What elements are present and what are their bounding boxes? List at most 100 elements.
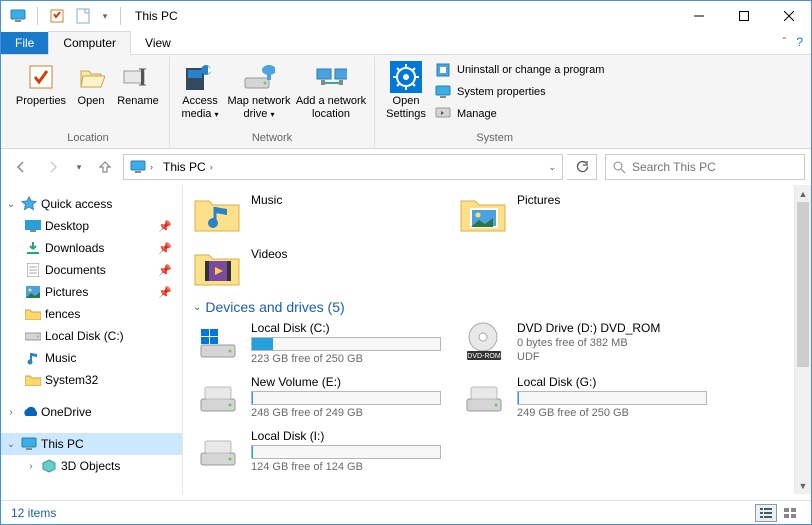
folder-icon [25, 306, 41, 322]
drive-name: Local Disk (G:) [517, 375, 709, 389]
tree-onedrive[interactable]: ›OneDrive [1, 401, 182, 423]
navigation-tree: ⌄Quick access Desktop📌 Downloads📌 Docume… [1, 185, 183, 494]
properties-button[interactable]: Properties [13, 57, 69, 130]
search-box[interactable] [605, 154, 805, 180]
large-icons-view-button[interactable] [779, 504, 801, 522]
up-button[interactable] [91, 153, 119, 181]
pin-icon: 📌 [158, 264, 172, 277]
folder-music[interactable]: Music [193, 191, 443, 235]
music-icon [25, 350, 41, 366]
folder-icon [25, 372, 41, 388]
properties-qat-icon[interactable] [46, 5, 68, 27]
address-bar[interactable]: › This PC › ⌄ [123, 154, 563, 180]
close-button[interactable] [766, 1, 811, 31]
scroll-down-button[interactable]: ▼ [795, 477, 811, 494]
tree-documents[interactable]: Documents📌 [1, 259, 182, 281]
this-pc-icon [7, 5, 29, 27]
videos-folder-icon [193, 245, 241, 289]
open-button[interactable]: Open [69, 57, 113, 130]
documents-icon [25, 262, 41, 278]
this-pc-icon [130, 160, 146, 174]
qat-dropdown-icon[interactable]: ▾ [98, 5, 112, 27]
tree-downloads[interactable]: Downloads📌 [1, 237, 182, 259]
folder-pictures[interactable]: Pictures [459, 191, 709, 235]
tab-file[interactable]: File [1, 32, 48, 54]
tree-desktop[interactable]: Desktop📌 [1, 215, 182, 237]
open-icon [75, 61, 107, 93]
content-pane: Music Pictures Videos ⌄ Devices and driv… [183, 185, 794, 494]
chevron-down-icon: ⌄ [193, 302, 201, 313]
manage-button[interactable]: Manage [431, 103, 608, 125]
uninstall-button[interactable]: Uninstall or change a program [431, 59, 608, 81]
drive-free-text: 248 GB free of 249 GB [251, 407, 443, 419]
status-item-count: 12 items [11, 506, 56, 520]
details-view-button[interactable] [755, 504, 777, 522]
tree-this-pc[interactable]: ⌄This PC [1, 433, 182, 455]
vertical-scrollbar[interactable]: ▲ ▼ [794, 185, 811, 494]
drive-free-text: 124 GB free of 124 GB [251, 461, 443, 473]
ribbon-collapse-icon[interactable]: ˆ [782, 35, 786, 49]
quick-access-toolbar: ▾ [1, 5, 131, 27]
drive-item[interactable]: Local Disk (G:) 249 GB free of 250 GB [459, 375, 709, 419]
pin-icon: 📌 [158, 220, 172, 233]
drive-usage-bar [517, 391, 707, 405]
tree-fences[interactable]: fences [1, 303, 182, 325]
drive-name: Local Disk (I:) [251, 429, 443, 443]
map-drive-button[interactable]: Map network drive ▾ [224, 57, 294, 130]
drive-usage-bar [251, 337, 441, 351]
refresh-button[interactable] [567, 154, 597, 180]
drive-free-text: 249 GB free of 250 GB [517, 407, 709, 419]
maximize-button[interactable] [721, 1, 766, 31]
rename-button[interactable]: Rename [113, 57, 163, 130]
tree-local-c[interactable]: Local Disk (C:) [1, 325, 182, 347]
section-devices-header[interactable]: ⌄ Devices and drives (5) [193, 299, 784, 315]
ribbon: Properties Open Rename Location Access m… [1, 55, 811, 149]
drive-item[interactable]: Local Disk (C:)223 GB free of 250 GB [193, 321, 443, 365]
tree-system32[interactable]: System32 [1, 369, 182, 391]
chevron-down-icon: ▾ [270, 110, 274, 119]
system-properties-button[interactable]: System properties [431, 81, 608, 103]
tree-3d-objects[interactable]: ›3D Objects [1, 455, 182, 477]
this-pc-icon [21, 436, 37, 452]
tree-music[interactable]: Music [1, 347, 182, 369]
drive-item[interactable]: DVD-ROMDVD Drive (D:) DVD_ROM0 bytes fre… [459, 321, 709, 365]
add-location-button[interactable]: Add a network location [294, 57, 368, 130]
star-icon [21, 196, 37, 212]
drive-icon [25, 328, 41, 344]
drive-icon [193, 429, 241, 469]
open-settings-button[interactable]: Open Settings [381, 57, 431, 130]
explorer-body: ⌄Quick access Desktop📌 Downloads📌 Docume… [1, 185, 811, 494]
drive-usage-bar [251, 391, 441, 405]
tab-view[interactable]: View [131, 32, 185, 54]
new-qat-icon[interactable] [72, 5, 94, 27]
search-input[interactable] [632, 160, 798, 174]
drive-item[interactable]: New Volume (E:)248 GB free of 249 GB [193, 375, 443, 419]
tab-computer[interactable]: Computer [48, 31, 131, 55]
drive-icon: DVD-ROM [459, 321, 507, 361]
tree-pictures[interactable]: Pictures📌 [1, 281, 182, 303]
ribbon-tabs: File Computer View ˆ ? [1, 31, 811, 55]
access-media-button[interactable]: Access media ▾ [176, 57, 224, 130]
scroll-up-button[interactable]: ▲ [795, 185, 811, 202]
titlebar: ▾ This PC [1, 1, 811, 31]
folder-videos[interactable]: Videos [193, 245, 443, 289]
forward-button[interactable] [39, 153, 67, 181]
help-icon[interactable]: ? [796, 35, 803, 49]
breadcrumb-root[interactable]: › [126, 155, 157, 179]
scroll-thumb[interactable] [797, 202, 809, 367]
minimize-button[interactable] [676, 1, 721, 31]
recent-dropdown[interactable]: ▾ [71, 153, 87, 181]
address-dropdown-icon[interactable]: ⌄ [548, 162, 556, 173]
drive-usage-bar [251, 445, 441, 459]
back-button[interactable] [7, 153, 35, 181]
ribbon-group-location: Properties Open Rename Location [7, 57, 170, 148]
status-bar: 12 items [1, 500, 811, 524]
drive-name: DVD Drive (D:) DVD_ROM [517, 321, 709, 335]
ribbon-group-network: Access media ▾ Map network drive ▾ Add a… [170, 57, 375, 148]
breadcrumb-thispc[interactable]: This PC › [159, 155, 217, 179]
drive-item[interactable]: Local Disk (I:) 124 GB free of 124 GB [193, 429, 443, 473]
manage-icon [435, 106, 451, 122]
add-location-icon [315, 61, 347, 93]
tree-quick-access[interactable]: ⌄Quick access [1, 193, 182, 215]
drive-name: Local Disk (C:) [251, 321, 443, 335]
